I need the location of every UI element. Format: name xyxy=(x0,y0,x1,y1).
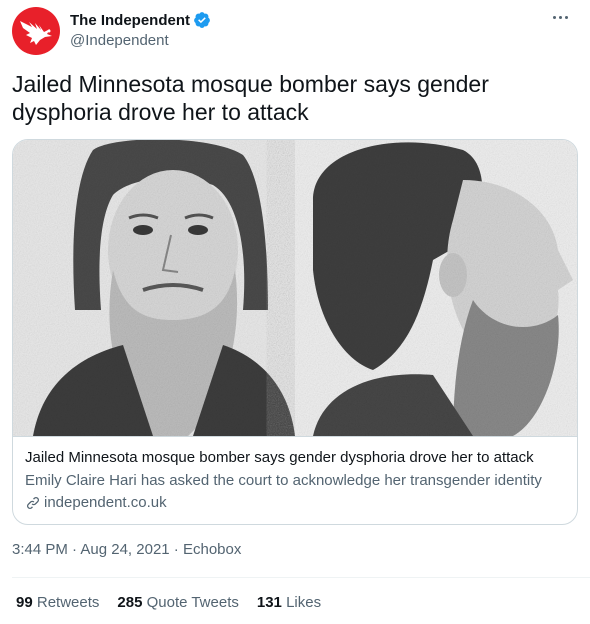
card-description: Emily Claire Hari has asked the court to… xyxy=(25,472,542,489)
dot-icon xyxy=(564,15,568,19)
retweets-count: 99 xyxy=(16,594,33,611)
card-image[interactable] xyxy=(13,140,577,436)
quote-tweets-stat[interactable]: 285 Quote Tweets xyxy=(117,594,238,611)
retweets-label: Retweets xyxy=(36,594,100,611)
author-info: The Independent @Independent xyxy=(70,10,211,49)
likes-count: 131 xyxy=(256,594,282,611)
quote-tweets-label: Quote Tweets xyxy=(146,594,239,611)
divider xyxy=(12,577,590,578)
quote-tweets-count: 285 xyxy=(117,594,143,611)
handle[interactable]: @Independent xyxy=(70,32,211,49)
tweet-source[interactable]: Echobox xyxy=(183,541,241,558)
card-domain: independent.co.uk xyxy=(25,494,167,511)
meta-separator: · xyxy=(169,541,183,558)
link-icon xyxy=(27,496,39,509)
tweet: The Independent @Independent Jailed Minn… xyxy=(0,0,590,624)
verified-badge-icon xyxy=(194,12,210,28)
tweet-stats: 99 Retweets 285 Quote Tweets 131 Likes xyxy=(16,594,339,611)
tweet-meta: 3:44 PM · Aug 24, 2021 · Echobox xyxy=(12,541,241,558)
mugshot-image xyxy=(13,140,577,436)
tweet-text: Jailed Minnesota mosque bomber says gend… xyxy=(12,71,489,125)
card-domain-text: independent.co.uk xyxy=(44,494,167,511)
display-name[interactable]: The Independent xyxy=(70,12,190,29)
dot-icon xyxy=(558,15,562,19)
likes-stat[interactable]: 131 Likes xyxy=(257,594,321,611)
card-title: Jailed Minnesota mosque bomber says gend… xyxy=(25,449,534,466)
eagle-logo-icon xyxy=(20,21,52,45)
tweet-date[interactable]: Aug 24, 2021 xyxy=(80,541,169,558)
card-meta[interactable]: Jailed Minnesota mosque bomber says gend… xyxy=(13,436,577,524)
tweet-time[interactable]: 3:44 PM xyxy=(12,541,68,558)
dot-icon xyxy=(552,15,556,19)
avatar[interactable] xyxy=(12,7,60,55)
link-card[interactable]: Jailed Minnesota mosque bomber says gend… xyxy=(12,139,578,525)
retweets-stat[interactable]: 99 Retweets xyxy=(16,594,99,611)
more-options-button[interactable] xyxy=(546,6,574,28)
meta-separator: · xyxy=(67,541,81,558)
likes-label: Likes xyxy=(286,594,322,611)
